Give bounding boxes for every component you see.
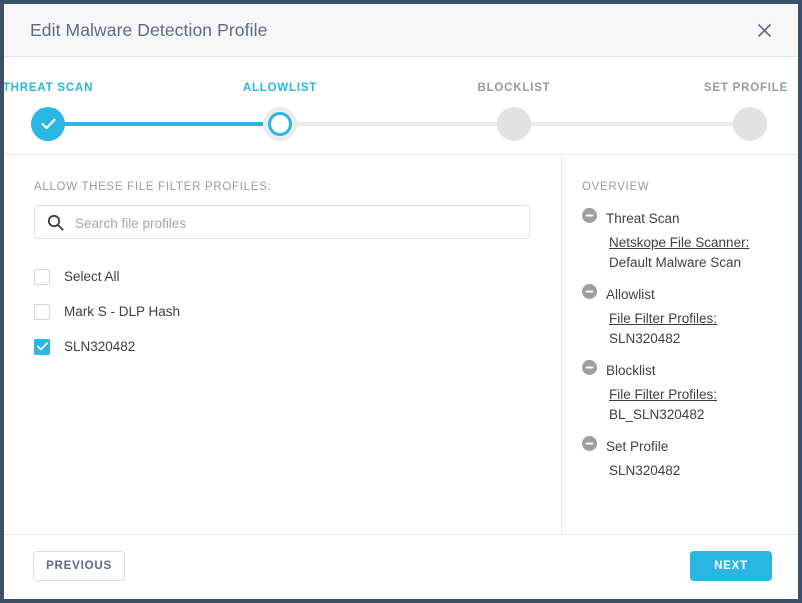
overview-group-title: Threat Scan xyxy=(606,210,680,226)
page-title: Edit Malware Detection Profile xyxy=(30,20,268,40)
step-dot-threat-scan[interactable] xyxy=(31,107,65,141)
overview-group-detail: SLN320482 xyxy=(582,461,798,481)
list-item-mark-s-dlp-hash[interactable]: Mark S - DLP Hash xyxy=(34,294,531,329)
step-connector-2 xyxy=(280,122,514,126)
overview-group-detail: File Filter Profiles: SLN320482 xyxy=(582,309,798,349)
overview-group-title: Set Profile xyxy=(606,438,669,454)
overview-group-threat-scan: Threat Scan Netskope File Scanner: Defau… xyxy=(582,205,798,273)
step-dot-allowlist[interactable] xyxy=(263,107,297,141)
overview-caption: OVERVIEW xyxy=(582,181,650,193)
list-item-label: SLN320482 xyxy=(64,339,136,354)
overview-detail-key: File Filter Profiles: xyxy=(609,311,718,326)
overview-detail-key: File Filter Profiles: xyxy=(609,387,718,402)
step-label-allowlist: ALLOWLIST xyxy=(242,82,318,94)
list-item-label: Mark S - DLP Hash xyxy=(64,304,181,319)
overview-group-blocklist: Blocklist File Filter Profiles: BL_SLN32… xyxy=(582,357,798,425)
checkbox-select-all[interactable] xyxy=(34,268,50,285)
overview-group-set-profile: Set Profile SLN320482 xyxy=(582,433,798,481)
overview-group-header[interactable]: Allowlist xyxy=(582,281,798,307)
check-icon xyxy=(36,342,48,351)
allowlist-caption: ALLOW THESE FILE FILTER PROFILES: xyxy=(34,181,272,193)
overview-group-detail: File Filter Profiles: BL_SLN320482 xyxy=(582,385,798,425)
search-input[interactable] xyxy=(73,206,527,240)
checkbox-sln320482[interactable] xyxy=(34,338,50,355)
overview-group-detail: Netskope File Scanner: Default Malware S… xyxy=(582,233,798,273)
file-profile-list: Select All Mark S - DLP Hash SLN320482 xyxy=(34,259,531,364)
previous-button[interactable]: PREVIOUS xyxy=(33,551,125,581)
wizard-stepper: THREAT SCAN ALLOWLIST BLOCKLIST SET PROF… xyxy=(4,57,798,155)
list-item-select-all[interactable]: Select All xyxy=(34,259,531,294)
step-label-set-profile: SET PROFILE xyxy=(703,82,789,94)
dialog-header: Edit Malware Detection Profile xyxy=(4,4,798,57)
step-connector-3 xyxy=(514,122,750,126)
next-button[interactable]: NEXT xyxy=(690,551,772,581)
close-icon[interactable] xyxy=(750,16,778,44)
step-label-threat-scan: THREAT SCAN xyxy=(4,82,94,94)
step-dot-blocklist[interactable] xyxy=(497,107,531,141)
edit-malware-detection-profile-dialog: Edit Malware Detection Profile THREAT SC… xyxy=(4,4,798,599)
overview-group-title: Allowlist xyxy=(606,286,655,302)
step-dot-set-profile[interactable] xyxy=(733,107,767,141)
step-label-blocklist: BLOCKLIST xyxy=(477,82,551,94)
minus-circle-icon[interactable] xyxy=(582,360,597,380)
step-dot-ring xyxy=(268,112,292,136)
search-file-profiles-box[interactable] xyxy=(34,205,530,240)
overview-group-header[interactable]: Set Profile xyxy=(582,433,798,459)
overview-group-title: Blocklist xyxy=(606,362,656,378)
overview-group-header[interactable]: Blocklist xyxy=(582,357,798,383)
check-icon xyxy=(40,118,56,130)
minus-circle-icon[interactable] xyxy=(582,284,597,304)
overview-group-allowlist: Allowlist File Filter Profiles: SLN32048… xyxy=(582,281,798,349)
checkbox-mark-s-dlp-hash[interactable] xyxy=(34,303,50,320)
step-connector-1-filled xyxy=(48,122,280,126)
dialog-body: ALLOW THESE FILE FILTER PROFILES: Select… xyxy=(4,155,798,535)
allowlist-pane: ALLOW THESE FILE FILTER PROFILES: Select… xyxy=(4,155,562,534)
overview-detail-value: Default Malware Scan xyxy=(609,255,742,270)
minus-circle-icon[interactable] xyxy=(582,436,597,456)
overview-detail-value: BL_SLN320482 xyxy=(609,407,705,422)
overview-group-header[interactable]: Threat Scan xyxy=(582,205,798,231)
minus-circle-icon[interactable] xyxy=(582,208,597,228)
list-item-label: Select All xyxy=(64,269,120,284)
search-icon xyxy=(47,214,64,236)
dialog-footer: PREVIOUS NEXT xyxy=(4,535,798,597)
overview-pane: OVERVIEW Threat Scan Netskope File Scann… xyxy=(562,155,798,534)
list-item-sln320482[interactable]: SLN320482 xyxy=(34,329,531,364)
overview-detail-value: SLN320482 xyxy=(609,331,681,346)
overview-detail-key: Netskope File Scanner: xyxy=(609,235,750,250)
overview-detail-value: SLN320482 xyxy=(609,463,681,478)
